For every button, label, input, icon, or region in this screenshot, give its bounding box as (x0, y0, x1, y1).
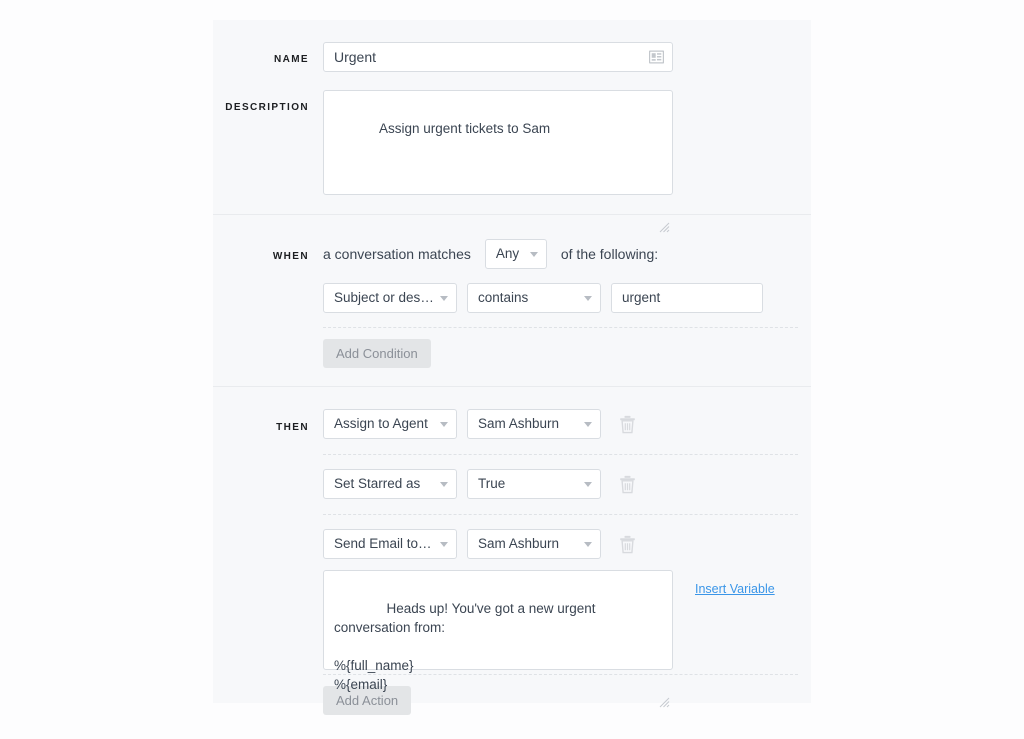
when-prefix-text: a conversation matches (323, 246, 471, 262)
action-target-select[interactable]: True (467, 469, 601, 499)
when-label: WHEN (272, 251, 309, 262)
then-field-col: Assign to Agent Sam Ashburn Set Starred … (323, 409, 811, 715)
chevron-down-icon (584, 296, 592, 301)
action-target-select[interactable]: Sam Ashburn (467, 409, 601, 439)
action-type-select[interactable]: Send Email to A... (323, 529, 457, 559)
action-type-value: Assign to Agent (334, 417, 428, 431)
automation-rule-editor: NAME Urgent DESCRIPTION Assign urgent ti… (0, 0, 1024, 724)
then-label: THEN (276, 422, 309, 433)
action-target-value: True (478, 477, 506, 491)
action-row: Assign to Agent Sam Ashburn (323, 409, 811, 439)
name-input[interactable]: Urgent (323, 42, 673, 72)
resize-handle-icon[interactable] (659, 656, 670, 708)
email-body-block: Heads up! You've got a new urgent conver… (323, 559, 811, 708)
condition-value: urgent (622, 290, 661, 306)
when-sentence: a conversation matches Any of the follow… (323, 239, 811, 269)
chevron-down-icon (584, 542, 592, 547)
description-field-col: Assign urgent tickets to Sam (323, 90, 811, 233)
description-label: DESCRIPTION (225, 102, 309, 113)
then-section: THEN Assign to Agent Sam Ashburn Set Sta… (213, 386, 811, 739)
chevron-down-icon (584, 422, 592, 427)
basic-info-section: NAME Urgent DESCRIPTION Assign urgent ti… (213, 20, 811, 233)
condition-operator-value: contains (478, 291, 529, 305)
condition-value-input[interactable]: urgent (611, 283, 763, 313)
chevron-down-icon (440, 422, 448, 427)
trash-icon[interactable] (619, 475, 636, 494)
trash-icon[interactable] (619, 535, 636, 554)
match-type-select[interactable]: Any (484, 239, 547, 269)
name-label: NAME (273, 54, 309, 65)
condition-operator-select[interactable]: contains (467, 283, 601, 313)
email-body-textarea[interactable]: Heads up! You've got a new urgent conver… (323, 570, 673, 708)
condition-row: Subject or desc... contains urgent (323, 269, 811, 327)
when-section: WHEN a conversation matches Any of the f… (213, 214, 811, 386)
chevron-down-icon (584, 482, 592, 487)
description-textarea[interactable]: Assign urgent tickets to Sam (323, 90, 673, 233)
condition-field-value: Subject or desc... (334, 291, 434, 305)
condition-field-select[interactable]: Subject or desc... (323, 283, 457, 313)
action-row: Send Email to A... Sam Ashburn (323, 529, 811, 559)
rule-form-panel: NAME Urgent DESCRIPTION Assign urgent ti… (213, 20, 811, 715)
add-action-wrap: Add Action (323, 675, 811, 715)
action-divider (323, 454, 798, 455)
name-input-value: Urgent (334, 49, 377, 65)
action-target-value: Sam Ashburn (478, 417, 560, 431)
action-type-select[interactable]: Assign to Agent (323, 409, 457, 439)
description-row: DESCRIPTION Assign urgent tickets to Sam (213, 90, 811, 233)
name-row: NAME Urgent (213, 42, 811, 72)
match-type-value: Any (495, 247, 520, 261)
description-textarea-value: Assign urgent tickets to Sam (379, 121, 551, 136)
action-type-select[interactable]: Set Starred as (323, 469, 457, 499)
resize-handle-icon[interactable] (659, 181, 670, 233)
contact-card-icon[interactable] (648, 50, 665, 64)
chevron-down-icon (440, 482, 448, 487)
add-condition-wrap: Add Condition (323, 328, 811, 368)
when-field-col: a conversation matches Any of the follow… (323, 239, 811, 368)
action-target-value: Sam Ashburn (478, 537, 560, 551)
insert-variable-link[interactable]: Insert Variable (695, 582, 775, 596)
action-row: Set Starred as True (323, 469, 811, 499)
then-header-row: THEN Assign to Agent Sam Ashburn Set Sta… (213, 409, 811, 715)
when-suffix-text: of the following: (560, 246, 659, 262)
when-header-row: WHEN a conversation matches Any of the f… (213, 239, 811, 368)
chevron-down-icon (440, 296, 448, 301)
name-field-col: Urgent (323, 42, 811, 72)
action-divider (323, 514, 798, 515)
chevron-down-icon (440, 542, 448, 547)
add-condition-button[interactable]: Add Condition (323, 339, 431, 368)
action-target-select[interactable]: Sam Ashburn (467, 529, 601, 559)
action-type-value: Send Email to A... (334, 537, 434, 551)
action-type-value: Set Starred as (334, 477, 421, 491)
chevron-down-icon (529, 252, 538, 257)
trash-icon[interactable] (619, 415, 636, 434)
